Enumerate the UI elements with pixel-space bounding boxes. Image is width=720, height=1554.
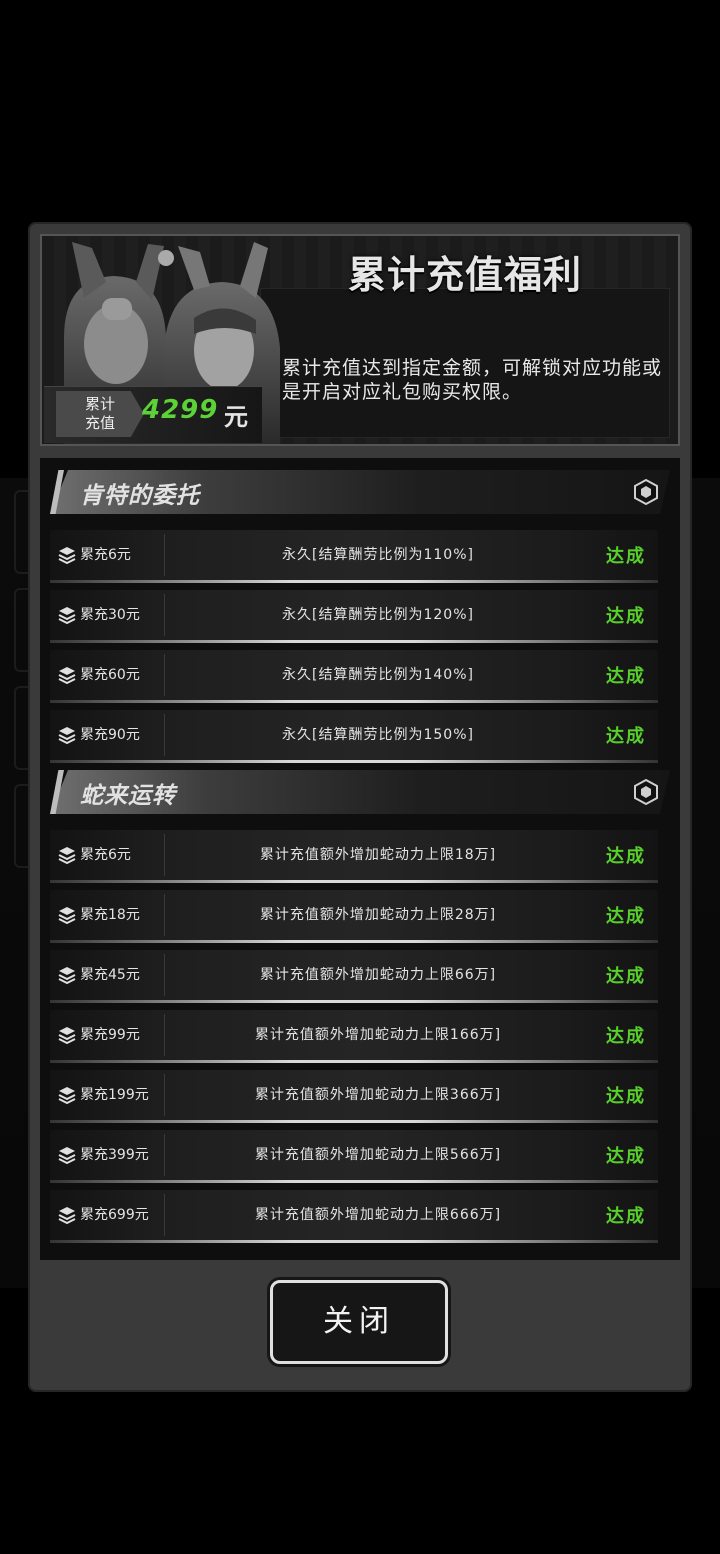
- benefit-status: 达成: [606, 726, 646, 747]
- benefit-reward: 永久[结算酬劳比例为110%]: [282, 547, 474, 563]
- stack-layers-icon: [58, 1206, 76, 1225]
- row-divider: [50, 880, 658, 883]
- stack-layers-icon: [58, 546, 76, 565]
- benefit-status: 达成: [606, 1206, 646, 1227]
- benefit-condition: 累充699元: [80, 1207, 149, 1223]
- benefit-row: 累充699元 累计充值额外增加蛇动力上限666万] 达成: [50, 1190, 658, 1243]
- dialog-header: 累计充值福利 累计充值达到指定金额，可解锁对应功能或是开启对应礼包购买权限。 累…: [40, 234, 680, 446]
- benefit-condition: 累充199元: [80, 1087, 149, 1103]
- benefit-row: 累充6元 永久[结算酬劳比例为110%] 达成: [50, 530, 658, 583]
- hexagon-icon: [634, 478, 658, 506]
- benefit-status: 达成: [606, 1146, 646, 1167]
- total-recharge-unit: 元: [224, 403, 248, 431]
- row-divider: [50, 640, 658, 643]
- benefit-condition: 累充30元: [80, 607, 140, 623]
- benefit-status: 达成: [606, 666, 646, 687]
- benefit-condition: 累充99元: [80, 1027, 140, 1043]
- section-header: 蛇来运转: [50, 770, 670, 814]
- row-divider: [50, 1120, 658, 1123]
- benefit-status: 达成: [606, 1026, 646, 1047]
- row-divider: [50, 1180, 658, 1183]
- row-divider: [50, 1240, 658, 1243]
- benefit-status: 达成: [606, 606, 646, 627]
- benefit-row: 累充30元 永久[结算酬劳比例为120%] 达成: [50, 590, 658, 643]
- stack-layers-icon: [58, 906, 76, 925]
- benefits-list[interactable]: 肯特的委托 累充6元 永久[结算酬劳比例为110%] 达成 累充30元 永久[结算酬劳比例…: [40, 458, 680, 1260]
- benefit-condition: 累充6元: [80, 847, 131, 863]
- benefit-status: 达成: [606, 546, 646, 567]
- hexagon-icon: [634, 778, 658, 806]
- row-divider: [50, 580, 658, 583]
- row-divider: [50, 1000, 658, 1003]
- row-divider: [50, 940, 658, 943]
- benefit-status: 达成: [606, 966, 646, 987]
- stack-layers-icon: [58, 666, 76, 685]
- benefit-condition: 累充45元: [80, 967, 140, 983]
- benefit-row: 累充18元 累计充值额外增加蛇动力上限28万] 达成: [50, 890, 658, 943]
- benefit-condition: 累充60元: [80, 667, 140, 683]
- benefit-condition: 累充18元: [80, 907, 140, 923]
- benefit-row: 累充199元 累计充值额外增加蛇动力上限366万] 达成: [50, 1070, 658, 1123]
- benefit-status: 达成: [606, 906, 646, 927]
- benefit-reward: 永久[结算酬劳比例为120%]: [282, 607, 474, 623]
- stack-layers-icon: [58, 846, 76, 865]
- benefit-reward: 累计充值额外增加蛇动力上限566万]: [254, 1147, 502, 1163]
- benefit-reward: 永久[结算酬劳比例为140%]: [282, 667, 474, 683]
- benefit-row: 累充45元 累计充值额外增加蛇动力上限66万] 达成: [50, 950, 658, 1003]
- benefit-condition: 累充6元: [80, 547, 131, 563]
- total-recharge-box: 累计 充值 4299 元: [44, 386, 262, 443]
- benefit-condition: 累充399元: [80, 1147, 149, 1163]
- benefit-reward: 累计充值额外增加蛇动力上限28万]: [259, 907, 497, 923]
- benefit-row: 累充60元 永久[结算酬劳比例为140%] 达成: [50, 650, 658, 703]
- benefit-row: 累充399元 累计充值额外增加蛇动力上限566万] 达成: [50, 1130, 658, 1183]
- stack-layers-icon: [58, 1146, 76, 1165]
- benefit-status: 达成: [606, 1086, 646, 1107]
- dialog-title: 累计充值福利: [347, 253, 582, 297]
- dialog-description: 累计充值达到指定金额，可解锁对应功能或是开启对应礼包购买权限。: [282, 357, 663, 403]
- stack-layers-icon: [58, 606, 76, 625]
- benefit-row: 累充6元 累计充值额外增加蛇动力上限18万] 达成: [50, 830, 658, 883]
- benefit-row: 累充99元 累计充值额外增加蛇动力上限166万] 达成: [50, 1010, 658, 1063]
- benefit-reward: 累计充值额外增加蛇动力上限18万]: [259, 847, 497, 863]
- close-button[interactable]: 关闭: [270, 1280, 448, 1364]
- benefit-condition: 累充90元: [80, 727, 140, 743]
- section-title: 肯特的委托: [80, 483, 200, 509]
- stack-layers-icon: [58, 1086, 76, 1105]
- section-title: 蛇来运转: [80, 783, 176, 809]
- benefit-reward: 累计充值额外增加蛇动力上限666万]: [254, 1207, 502, 1223]
- recharge-benefits-dialog: 累计充值福利 累计充值达到指定金额，可解锁对应功能或是开启对应礼包购买权限。 累…: [28, 222, 692, 1392]
- total-recharge-value: 4299: [142, 395, 219, 425]
- benefit-status: 达成: [606, 846, 646, 867]
- row-divider: [50, 760, 658, 763]
- benefit-reward: 累计充值额外增加蛇动力上限366万]: [254, 1087, 502, 1103]
- benefit-row: 累充90元 永久[结算酬劳比例为150%] 达成: [50, 710, 658, 763]
- row-divider: [50, 1060, 658, 1063]
- benefit-reward: 累计充值额外增加蛇动力上限166万]: [254, 1027, 502, 1043]
- benefit-reward: 累计充值额外增加蛇动力上限66万]: [259, 967, 497, 983]
- total-recharge-label: 累计 充值: [56, 391, 144, 437]
- row-divider: [50, 700, 658, 703]
- stack-layers-icon: [58, 966, 76, 985]
- section-header: 肯特的委托: [50, 470, 670, 514]
- stack-layers-icon: [58, 726, 76, 745]
- benefit-reward: 永久[结算酬劳比例为150%]: [282, 727, 474, 743]
- stack-layers-icon: [58, 1026, 76, 1045]
